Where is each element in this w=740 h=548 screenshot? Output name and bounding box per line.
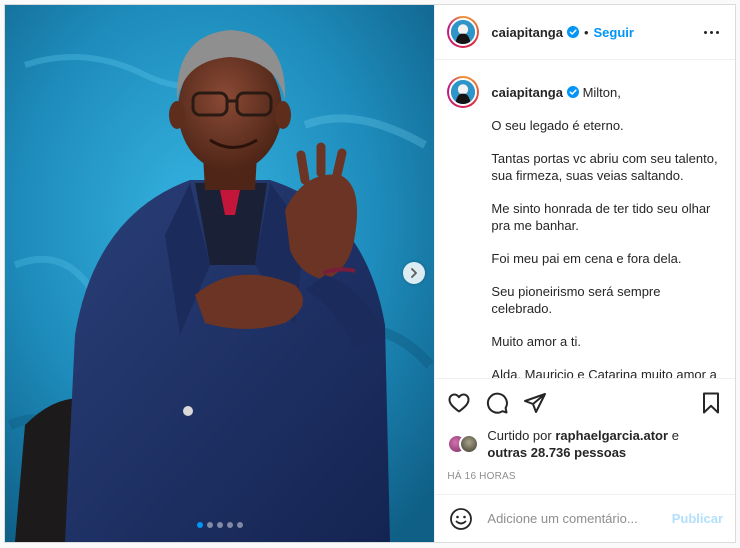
post-actions: Curtido por raphaelgarcia.ator e outras … <box>435 378 735 494</box>
header-separator: • <box>583 24 589 40</box>
carousel-indicator <box>5 522 434 528</box>
comment-box: Publicar <box>435 494 735 542</box>
portrait-image <box>5 5 435 542</box>
post-header: caiapitanga • Seguir <box>435 5 735 60</box>
carousel-dot <box>216 522 223 528</box>
comment-input[interactable] <box>487 511 672 526</box>
follow-button[interactable]: Seguir <box>594 25 634 40</box>
publish-button[interactable]: Publicar <box>672 511 723 526</box>
caption-first-line: Milton, <box>582 85 621 100</box>
heart-icon[interactable] <box>447 391 471 415</box>
carousel-dot <box>206 522 213 528</box>
likes-text: Curtido por raphaelgarcia.ator e outras … <box>487 427 679 461</box>
caption-paragraph: O seu legado é eterno. <box>491 118 624 133</box>
carousel-dot <box>196 522 203 528</box>
author-username[interactable]: caiapitanga <box>491 25 563 40</box>
post-side-panel: caiapitanga • Seguir caiapitanga Milton,… <box>434 5 735 542</box>
liked-prefix: Curtido por <box>487 428 552 443</box>
share-icon[interactable] <box>523 391 547 415</box>
emoji-icon[interactable] <box>449 507 473 531</box>
caption-paragraph: Tantas portas vc abriu com seu talento, … <box>491 151 718 183</box>
bookmark-icon[interactable] <box>699 391 723 415</box>
post-dialog: caiapitanga • Seguir caiapitanga Milton,… <box>4 4 736 543</box>
liked-by-username[interactable]: raphaelgarcia.ator <box>555 428 668 443</box>
post-timestamp[interactable]: HÁ 16 HORAS <box>447 471 723 494</box>
more-options-icon[interactable] <box>698 25 725 40</box>
caption-paragraph: Seu pioneirismo será sempre celebrado. <box>491 284 661 316</box>
others-likes-link[interactable]: outras 28.736 pessoas <box>487 445 626 460</box>
caption-paragraph: Foi meu pai em cena e fora dela. <box>491 251 682 266</box>
caption-section: caiapitanga Milton, O seu legado é etern… <box>435 60 735 378</box>
chevron-right-icon <box>411 268 417 278</box>
caption-paragraph: Muito amor a ti. <box>491 334 581 349</box>
caption-paragraph: Me sinto honrada de ter tido seu olhar p… <box>491 201 711 233</box>
post-photo[interactable] <box>5 5 435 542</box>
liked-connector: e <box>671 428 679 443</box>
caption-author-avatar[interactable] <box>447 76 480 108</box>
comment-icon[interactable] <box>485 391 509 415</box>
caption-text: caiapitanga Milton, O seu legado é etern… <box>491 76 719 378</box>
avatar-image <box>451 20 476 44</box>
likes-summary: Curtido por raphaelgarcia.ator e outras … <box>447 427 723 461</box>
next-slide-button[interactable] <box>403 262 425 284</box>
caption-paragraph: Alda, Mauricio e Catarina muito amor a v… <box>491 367 717 378</box>
action-icons-row <box>447 389 723 417</box>
liker-avatar <box>459 434 480 454</box>
author-avatar[interactable] <box>447 16 480 48</box>
carousel-dot <box>236 522 243 528</box>
verified-badge-icon <box>566 26 579 38</box>
avatar-image <box>451 80 476 104</box>
liker-avatars[interactable] <box>447 434 480 454</box>
carousel-dot <box>226 522 233 528</box>
caption-username[interactable]: caiapitanga <box>491 85 563 100</box>
verified-badge-icon <box>566 86 579 98</box>
